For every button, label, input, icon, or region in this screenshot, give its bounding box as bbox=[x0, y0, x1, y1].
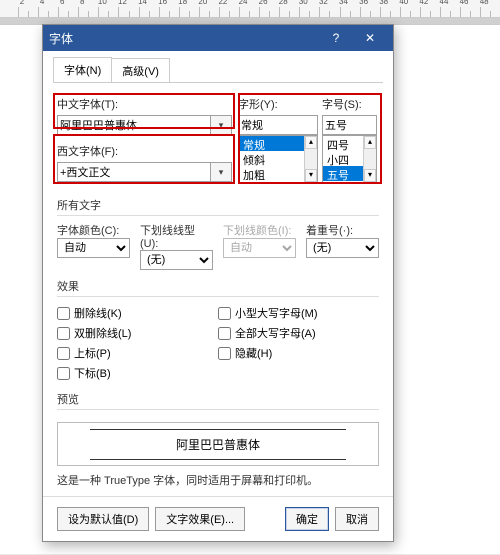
dialog-footer: 设为默认值(D) 文字效果(E)... 确定 取消 bbox=[43, 496, 393, 541]
chevron-down-icon[interactable]: ▾ bbox=[211, 162, 232, 182]
color-select[interactable]: 自动 bbox=[57, 238, 130, 258]
check-hidden[interactable]: 隐藏(H) bbox=[218, 343, 379, 363]
underline-label: 下划线线型(U): bbox=[140, 222, 213, 250]
size-input[interactable] bbox=[322, 115, 377, 135]
dialog-title: 字体 bbox=[49, 30, 319, 47]
preview-text: 阿里巴巴普惠体 bbox=[90, 429, 346, 460]
font-dialog: 字体 ? ✕ 字体(N) 高级(V) 中文字体(T): ▾ 西文字体(F): ▾ bbox=[42, 24, 394, 542]
underline-color-label: 下划线颜色(I): bbox=[223, 222, 296, 238]
tab-font[interactable]: 字体(N) bbox=[53, 57, 112, 83]
latin-font-input[interactable] bbox=[57, 162, 211, 182]
check-allcaps[interactable]: 全部大写字母(A) bbox=[218, 323, 379, 343]
tab-advanced[interactable]: 高级(V) bbox=[111, 58, 170, 83]
preview-box: 阿里巴巴普惠体 bbox=[57, 422, 379, 466]
horizontal-ruler: 2468101214161820222426283032343638404244… bbox=[0, 0, 500, 18]
check-sub[interactable]: 下标(B) bbox=[57, 363, 218, 383]
style-label: 字形(Y): bbox=[238, 96, 318, 112]
color-label: 字体颜色(C): bbox=[57, 222, 130, 238]
emphasis-label: 着重号(·): bbox=[306, 222, 379, 238]
scrollbar[interactable]: ▴▾ bbox=[304, 136, 317, 182]
ok-button[interactable]: 确定 bbox=[285, 507, 329, 531]
text-effects-button[interactable]: 文字效果(E)... bbox=[155, 507, 245, 531]
style-input[interactable] bbox=[238, 115, 318, 135]
effects-label: 效果 bbox=[57, 278, 379, 297]
size-listbox[interactable]: 四号 小四 五号 ▴▾ bbox=[322, 135, 377, 183]
underline-color-select: 自动 bbox=[223, 238, 296, 258]
chinese-font-combo[interactable]: ▾ bbox=[57, 115, 232, 135]
check-sup[interactable]: 上标(P) bbox=[57, 343, 218, 363]
underline-select[interactable]: (无) bbox=[140, 250, 213, 270]
help-icon[interactable]: ? bbox=[319, 25, 353, 51]
check-strike[interactable]: 删除线(K) bbox=[57, 303, 218, 323]
chinese-font-input[interactable] bbox=[57, 115, 211, 135]
close-icon[interactable]: ✕ bbox=[353, 25, 387, 51]
emphasis-select[interactable]: (无) bbox=[306, 238, 379, 258]
dialog-tabs: 字体(N) 高级(V) bbox=[43, 57, 393, 83]
scrollbar[interactable]: ▴▾ bbox=[363, 136, 376, 182]
all-text-label: 所有文字 bbox=[57, 197, 379, 216]
size-label: 字号(S): bbox=[322, 96, 377, 112]
latin-font-label: 西文字体(F): bbox=[57, 143, 232, 159]
effects-checks: 删除线(K) 小型大写字母(M) 双删除线(L) 全部大写字母(A) 上标(P)… bbox=[57, 303, 379, 383]
preview-note: 这是一种 TrueType 字体，同时适用于屏幕和打印机。 bbox=[57, 472, 379, 488]
dialog-titlebar: 字体 ? ✕ bbox=[43, 25, 393, 51]
check-dstrike[interactable]: 双删除线(L) bbox=[57, 323, 218, 343]
style-listbox[interactable]: 常规 倾斜 加粗 ▴▾ bbox=[238, 135, 318, 183]
preview-label: 预览 bbox=[57, 391, 379, 410]
chevron-down-icon[interactable]: ▾ bbox=[211, 115, 232, 135]
chinese-font-label: 中文字体(T): bbox=[57, 96, 232, 112]
watermark: Baidu经验 jingyan.baidu.com bbox=[378, 536, 494, 549]
set-default-button[interactable]: 设为默认值(D) bbox=[57, 507, 149, 531]
latin-font-combo[interactable]: ▾ bbox=[57, 162, 232, 182]
check-smallcaps[interactable]: 小型大写字母(M) bbox=[218, 303, 379, 323]
cancel-button[interactable]: 取消 bbox=[335, 507, 379, 531]
